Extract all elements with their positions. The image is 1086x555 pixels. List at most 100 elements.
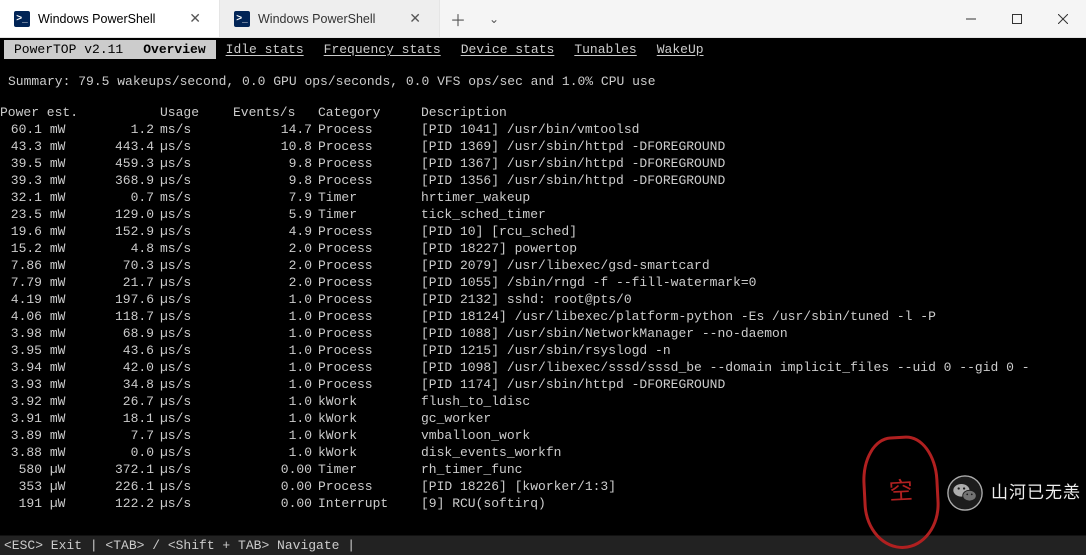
- powershell-icon: >_: [14, 11, 30, 27]
- table-row: 3.94 mW42.0µs/s1.0Process[PID 1098] /usr…: [0, 359, 1036, 376]
- table-row: 39.5 mW459.3µs/s9.8Process[PID 1367] /us…: [0, 155, 1036, 172]
- cell-description: hrtimer_wakeup: [421, 189, 1036, 206]
- cell-usage-value: 368.9: [90, 172, 160, 189]
- cell-power: 15.2 mW: [0, 240, 90, 257]
- table-header: Power est. Usage Events/s Category Descr…: [0, 104, 1036, 121]
- tab-0[interactable]: >_Windows PowerShell✕: [0, 0, 220, 37]
- header-usage-pad: [90, 104, 160, 121]
- cell-usage-value: 18.1: [90, 410, 160, 427]
- table-row: 3.89 mW7.7µs/s1.0kWorkvmballoon_work: [0, 427, 1036, 444]
- cell-usage-unit: µs/s: [160, 223, 233, 240]
- cell-category: Timer: [318, 461, 421, 478]
- cell-category: Process: [318, 291, 421, 308]
- window-close-button[interactable]: [1040, 0, 1086, 37]
- tab-close-button[interactable]: ✕: [405, 8, 425, 29]
- terminal-pane[interactable]: PowerTOP v2.11 OverviewIdle statsFrequen…: [0, 38, 1086, 555]
- cell-category: Interrupt: [318, 495, 421, 512]
- cell-events: 0.00: [233, 495, 318, 512]
- cell-category: Process: [318, 342, 421, 359]
- window-controls: [948, 0, 1086, 37]
- menu-idle-stats[interactable]: Idle stats: [216, 40, 314, 59]
- cell-usage-unit: µs/s: [160, 376, 233, 393]
- cell-power: 4.19 mW: [0, 291, 90, 308]
- cell-category: Process: [318, 359, 421, 376]
- menu-device-stats[interactable]: Device stats: [451, 40, 565, 59]
- cell-category: Process: [318, 223, 421, 240]
- cell-description: vmballoon_work: [421, 427, 1036, 444]
- header-category: Category: [318, 104, 421, 121]
- tab-1[interactable]: >_Windows PowerShell✕: [220, 0, 440, 37]
- table-row: 43.3 mW443.4µs/s10.8Process[PID 1369] /u…: [0, 138, 1036, 155]
- cell-category: Process: [318, 308, 421, 325]
- maximize-button[interactable]: [994, 0, 1040, 37]
- cell-usage-value: 122.2: [90, 495, 160, 512]
- cell-events: 0.00: [233, 461, 318, 478]
- cell-description: [PID 1055] /sbin/rngd -f --fill-watermar…: [421, 274, 1036, 291]
- cell-category: Process: [318, 155, 421, 172]
- cell-usage-unit: µs/s: [160, 138, 233, 155]
- cell-description: [PID 1098] /usr/libexec/sssd/sssd_be --d…: [421, 359, 1036, 376]
- header-power: Power est.: [0, 104, 90, 121]
- cell-description: [PID 10] [rcu_sched]: [421, 223, 1036, 240]
- cell-power: 23.5 mW: [0, 206, 90, 223]
- table-row: 4.19 mW197.6µs/s1.0Process[PID 2132] ssh…: [0, 291, 1036, 308]
- table-row: 3.92 mW26.7µs/s1.0kWorkflush_to_ldisc: [0, 393, 1036, 410]
- cell-description: [PID 1367] /usr/sbin/httpd -DFOREGROUND: [421, 155, 1036, 172]
- cell-power: 32.1 mW: [0, 189, 90, 206]
- header-desc: Description: [421, 104, 1036, 121]
- cell-power: 3.98 mW: [0, 325, 90, 342]
- powertop-version: PowerTOP v2.11: [4, 40, 133, 59]
- menu-tunables[interactable]: Tunables: [564, 40, 646, 59]
- cell-events: 1.0: [233, 393, 318, 410]
- minimize-button[interactable]: [948, 0, 994, 37]
- cell-category: Process: [318, 478, 421, 495]
- cell-power: 3.92 mW: [0, 393, 90, 410]
- cell-power: 191 µW: [0, 495, 90, 512]
- cell-events: 1.0: [233, 342, 318, 359]
- table-row: 39.3 mW368.9µs/s9.8Process[PID 1356] /us…: [0, 172, 1036, 189]
- cell-description: tick_sched_timer: [421, 206, 1036, 223]
- cell-description: [PID 18226] [kworker/1:3]: [421, 478, 1036, 495]
- cell-events: 7.9: [233, 189, 318, 206]
- table-row: 7.86 mW70.3µs/s2.0Process[PID 2079] /usr…: [0, 257, 1036, 274]
- cell-power: 3.89 mW: [0, 427, 90, 444]
- tab-close-button[interactable]: ✕: [185, 8, 205, 29]
- cell-usage-unit: µs/s: [160, 274, 233, 291]
- cell-events: 1.0: [233, 410, 318, 427]
- cell-events: 9.8: [233, 172, 318, 189]
- cell-description: gc_worker: [421, 410, 1036, 427]
- table-row: 32.1 mW0.7ms/s7.9Timerhrtimer_wakeup: [0, 189, 1036, 206]
- cell-power: 3.95 mW: [0, 342, 90, 359]
- app-window: >_Windows PowerShell✕>_Windows PowerShel…: [0, 0, 1086, 555]
- cell-category: kWork: [318, 410, 421, 427]
- cell-power: 7.86 mW: [0, 257, 90, 274]
- powershell-icon: >_: [234, 11, 250, 27]
- cell-events: 1.0: [233, 376, 318, 393]
- close-icon: [1058, 14, 1068, 24]
- menu-frequency-stats[interactable]: Frequency stats: [314, 40, 451, 59]
- menu-overview[interactable]: Overview: [133, 40, 215, 59]
- menu-wakeup[interactable]: WakeUp: [647, 40, 714, 59]
- cell-usage-value: 1.2: [90, 121, 160, 138]
- new-tab-button[interactable]: ＋: [440, 0, 476, 37]
- cell-usage-value: 70.3: [90, 257, 160, 274]
- cell-category: Process: [318, 138, 421, 155]
- cell-usage-unit: µs/s: [160, 444, 233, 461]
- cell-power: 3.94 mW: [0, 359, 90, 376]
- cell-usage-unit: ms/s: [160, 189, 233, 206]
- cell-description: [PID 2079] /usr/libexec/gsd-smartcard: [421, 257, 1036, 274]
- table-row: 3.95 mW43.6µs/s1.0Process[PID 1215] /usr…: [0, 342, 1036, 359]
- cell-events: 14.7: [233, 121, 318, 138]
- cell-events: 5.9: [233, 206, 318, 223]
- tab-dropdown-button[interactable]: ⌄: [476, 0, 512, 37]
- cell-usage-unit: µs/s: [160, 342, 233, 359]
- cell-usage-value: 68.9: [90, 325, 160, 342]
- cell-usage-value: 129.0: [90, 206, 160, 223]
- table-row: 4.06 mW118.7µs/s1.0Process[PID 18124] /u…: [0, 308, 1036, 325]
- cell-power: 60.1 mW: [0, 121, 90, 138]
- table-row: 3.93 mW34.8µs/s1.0Process[PID 1174] /usr…: [0, 376, 1036, 393]
- cell-usage-unit: µs/s: [160, 495, 233, 512]
- cell-category: kWork: [318, 393, 421, 410]
- cell-category: Process: [318, 121, 421, 138]
- cell-description: [PID 18227] powertop: [421, 240, 1036, 257]
